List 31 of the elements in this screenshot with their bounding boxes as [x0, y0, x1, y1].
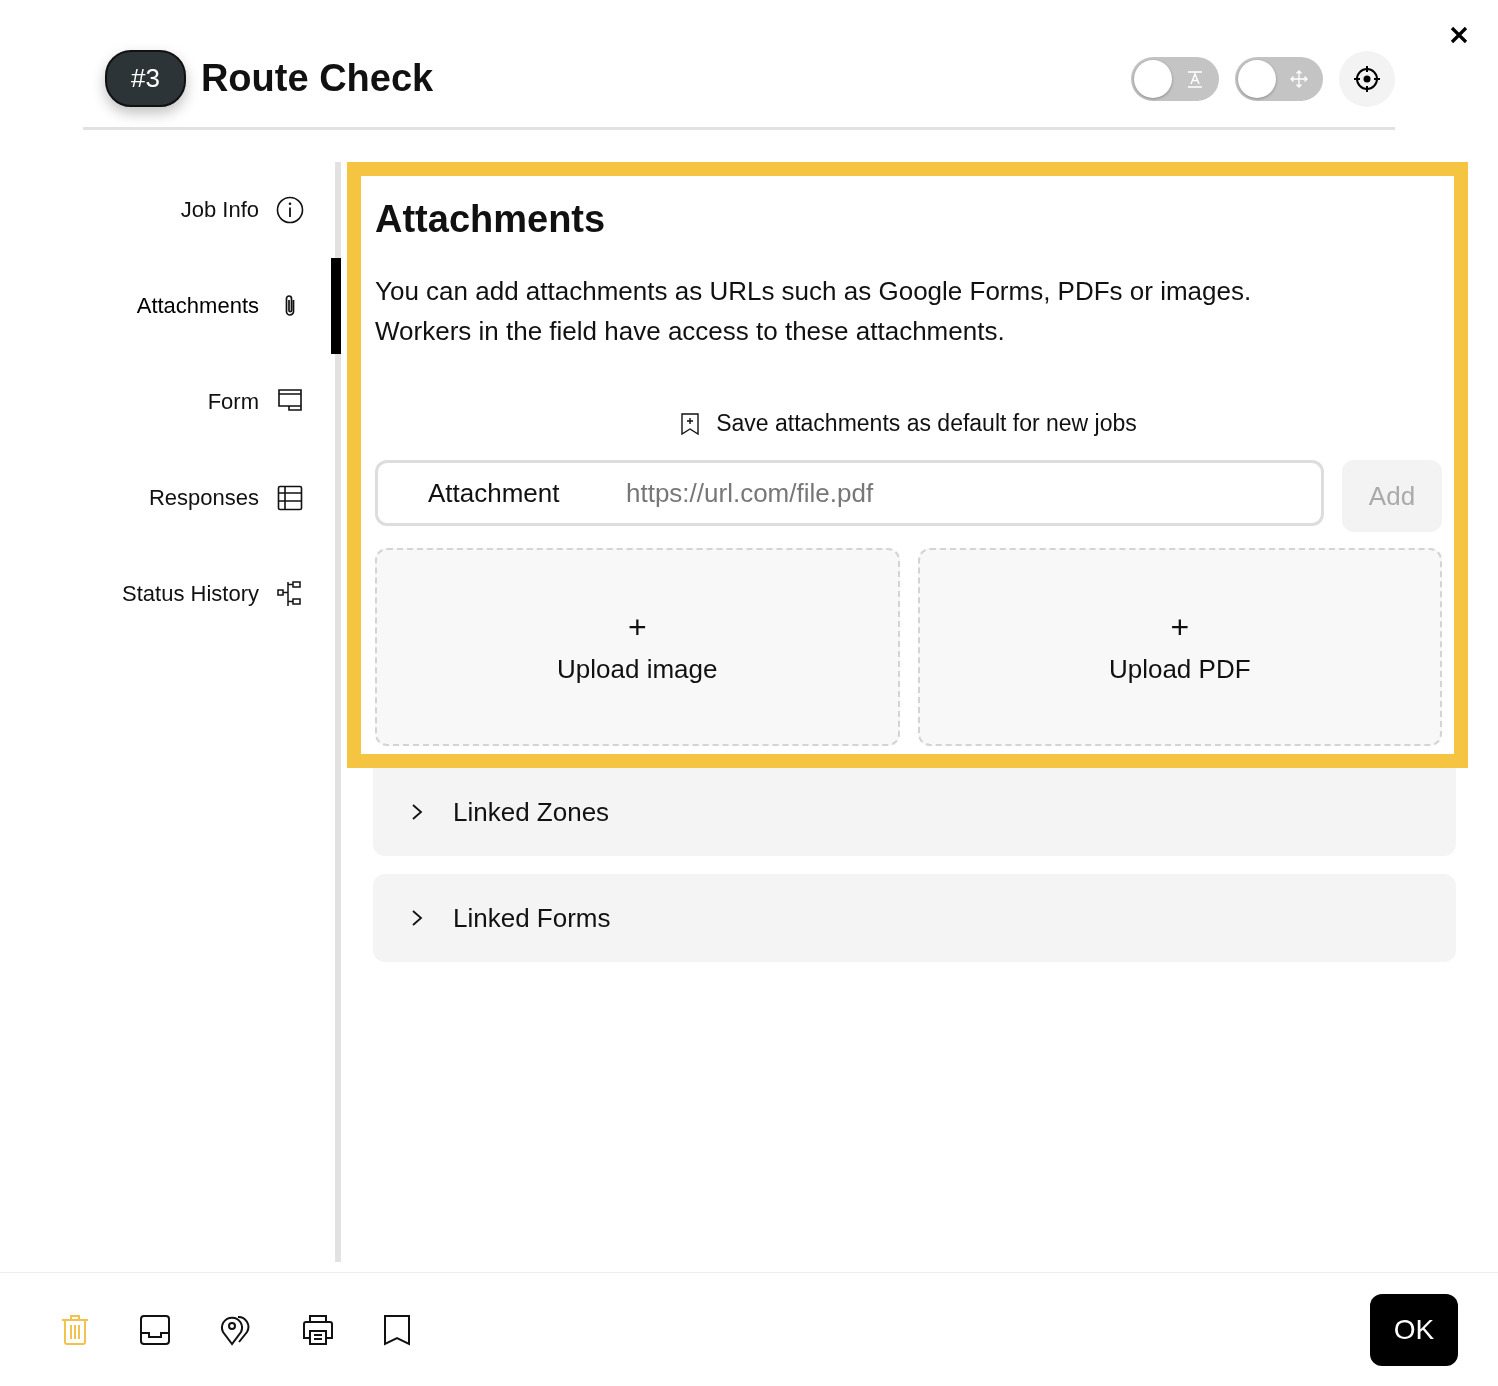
- text-format-icon: [1185, 68, 1205, 89]
- printer-icon[interactable]: [301, 1313, 335, 1346]
- job-number-badge: #3: [105, 50, 186, 107]
- table-icon: [275, 483, 305, 513]
- crosshair-icon: [1352, 63, 1382, 94]
- toggle-switch[interactable]: [1235, 56, 1323, 101]
- bookmark-plus-icon: [680, 411, 701, 436]
- accordion-header[interactable]: Linked Zones: [373, 768, 1456, 856]
- url-input[interactable]: https://url.com/file.pdf: [624, 476, 1321, 510]
- description-text: You can add attachments as URLs such as Google Forms, PDFs or images.: [375, 275, 1253, 308]
- field-label: Attachment: [428, 477, 561, 509]
- close-icon[interactable]: [1449, 25, 1469, 45]
- attachment-field[interactable]: Attachment https://url.com/file.pdf: [375, 460, 1324, 526]
- info-icon: [275, 195, 305, 225]
- sidebar-item[interactable]: Job Info: [0, 162, 335, 258]
- upload-dropzone[interactable]: + Upload PDF: [917, 548, 1442, 746]
- ok-button[interactable]: OK: [1370, 1293, 1458, 1366]
- description-text: Workers in the field have access to these attachments.: [375, 315, 1006, 348]
- bookmark-icon[interactable]: [383, 1313, 411, 1346]
- upload-dropzone[interactable]: + Upload image: [375, 548, 900, 746]
- accordion-header[interactable]: Linked Forms: [373, 874, 1456, 962]
- sidebar-item[interactable]: Attachments: [0, 258, 335, 354]
- sidebar-item[interactable]: Responses: [0, 450, 335, 546]
- move-arrows-icon: [1289, 68, 1309, 89]
- job-title: Route Check: [200, 57, 434, 100]
- sidebar-item[interactable]: Status History: [0, 546, 335, 642]
- inbox-icon[interactable]: [139, 1313, 171, 1346]
- toggle-switch[interactable]: [1131, 56, 1219, 101]
- save-default-button[interactable]: Save attachments as default for new jobs: [674, 409, 1143, 438]
- section-heading: Attachments: [375, 198, 607, 241]
- sidebar-item[interactable]: Form: [0, 354, 335, 450]
